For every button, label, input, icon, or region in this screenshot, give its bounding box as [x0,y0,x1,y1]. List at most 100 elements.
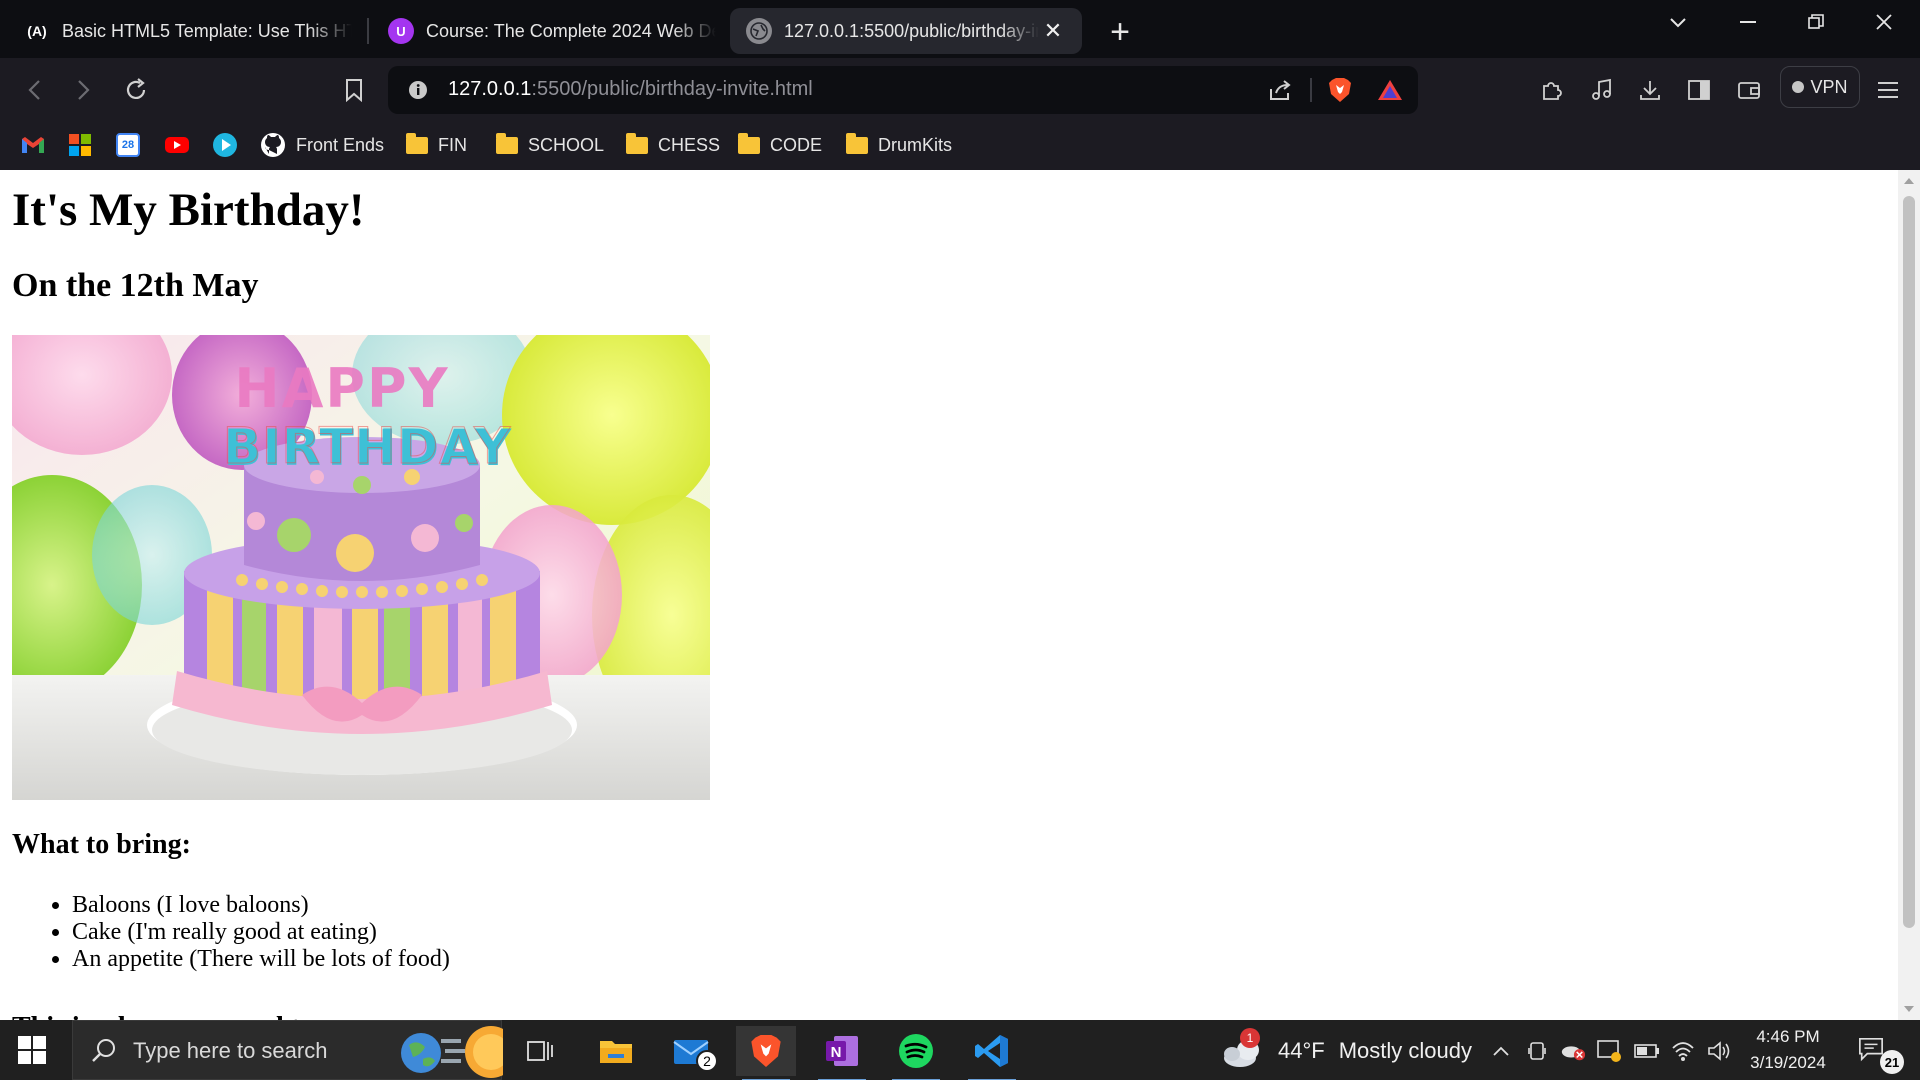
list-item: Baloons (I love baloons) [72,892,1886,919]
site-info-icon[interactable] [402,74,434,106]
bookmark-folder-drumkits[interactable]: DrumKits [846,130,952,160]
url-text: 127.0.0.1:5500/public/birthday-invite.ht… [448,78,813,101]
list-item: Cake (I'm really good at eating) [72,919,1886,946]
vpn-button[interactable]: VPN [1780,66,1860,108]
address-bar[interactable]: 127.0.0.1:5500/public/birthday-invite.ht… [388,66,1418,114]
battery-icon[interactable] [1634,1038,1660,1064]
tab-title: 127.0.0.1:5500/public/birthday-invite [784,20,1039,41]
bookmark-microsoft[interactable] [68,130,92,160]
media-music-icon[interactable] [1582,70,1622,110]
clock-time: 4:46 PM [1756,1027,1820,1046]
bookmark-label: CODE [770,134,823,155]
calendar-day: 28 [121,139,135,151]
bookmark-folder-school[interactable]: SCHOOL [496,130,604,160]
bookmark-gmail[interactable] [20,130,46,160]
amp-logo-icon: (A) [27,23,47,39]
page-body: It's My Birthday! On the 12th May HAPPY … [0,182,1898,1020]
weather-condition: Mostly cloudy [1338,1038,1472,1063]
weather-widget[interactable]: 1 44°F Mostly cloudy [1220,1028,1472,1068]
close-window-icon[interactable] [1850,0,1918,44]
url-path: :5500/public/birthday-invite.html [531,78,813,100]
brave-shields-icon[interactable] [1324,74,1356,106]
weather-temp: 44°F [1278,1038,1325,1063]
task-view-icon[interactable] [510,1026,570,1076]
svg-text:HAPPY: HAPPY [234,357,449,420]
windows-start-icon[interactable] [18,1036,46,1069]
file-explorer-icon[interactable] [586,1026,646,1076]
brave-rewards-icon[interactable] [1374,74,1406,106]
mail-icon[interactable]: 2 [662,1026,722,1076]
page-date: On the 12th May [12,267,259,305]
bookmark-front-ends[interactable]: Front Ends [260,130,384,160]
bring-heading: What to bring: [12,829,191,861]
calendar-icon: 28 [116,133,140,157]
tab-title: Basic HTML5 Template: Use This HTML [62,20,352,41]
vscode-icon[interactable] [962,1026,1022,1080]
folder-icon [496,132,518,154]
download-icon[interactable] [1630,70,1670,110]
device-icon[interactable] [1524,1038,1550,1064]
sidebar-toggle-icon[interactable] [1679,70,1719,110]
system-clock[interactable]: 4:46 PM 3/19/2024 [1740,1024,1836,1076]
tab-web-dev-course[interactable]: U Course: The Complete 2024 Web Dev [368,8,724,54]
bookmark-calendar[interactable]: 28 [116,130,140,160]
back-arrow-icon[interactable] [14,70,54,110]
folder-icon [738,132,760,154]
vpn-status-icon [1792,81,1805,93]
urlbar-divider [1310,78,1312,102]
folder-icon [406,132,428,154]
where-heading: This is where you need to go: [12,1011,1886,1020]
tab-search-chevron-icon[interactable] [1644,0,1712,44]
brave-browser-icon[interactable] [736,1026,796,1080]
bookmark-folder-fin[interactable]: FIN [406,130,467,160]
bookmark-icon[interactable] [334,70,374,110]
close-tab-icon[interactable]: ✕ [1038,16,1068,46]
bookmark-folder-code[interactable]: CODE [738,130,822,160]
scroll-down-arrow-icon[interactable] [1904,1006,1914,1012]
wifi-icon[interactable] [1670,1038,1696,1064]
microsoft-icon [69,134,91,156]
restore-icon[interactable] [1782,0,1850,44]
show-hidden-icons-chevron-icon[interactable] [1488,1038,1514,1064]
page-title: It's My Birthday! [12,184,365,236]
tab-html5-template[interactable]: (A) Basic HTML5 Template: Use This HTML [4,8,360,54]
folder-icon [846,132,868,154]
bookmark-label: FIN [438,134,467,155]
menu-hamburger-icon[interactable] [1868,70,1908,110]
vertical-scrollbar[interactable] [1898,170,1920,1020]
wallet-icon[interactable] [1729,70,1769,110]
bring-list: Baloons (I love baloons) Cake (I'm reall… [72,892,1886,973]
search-highlight-globe-icon [401,1026,503,1078]
tab-birthday-invite[interactable]: 127.0.0.1:5500/public/birthday-invite ✕ [730,8,1082,54]
scroll-up-arrow-icon[interactable] [1904,178,1914,184]
bookmark-folder-chess[interactable]: CHESS [626,130,720,160]
udemy-icon: U [388,18,414,44]
bookmark-play[interactable] [212,130,238,160]
search-placeholder: Type here to search [133,1038,328,1063]
spotify-icon[interactable] [886,1026,946,1080]
bookmark-label: Front Ends [296,134,385,155]
minimize-icon[interactable] [1714,0,1782,44]
taskbar-search-box[interactable]: Type here to search [72,1020,503,1080]
onenote-icon[interactable]: N [812,1026,872,1080]
search-icon [92,1039,115,1062]
birthday-cake-image: HAPPY BIRTHDAY BIRTHDAY [12,335,710,801]
youtube-icon [165,137,189,153]
scrollbar-thumb[interactable] [1903,196,1915,928]
url-host: 127.0.0.1 [448,78,532,100]
list-item: An appetite (There will be lots of food) [72,946,1886,973]
mail-badge: 2 [696,1050,718,1072]
share-icon[interactable] [1264,74,1296,106]
tab-strip: (A) Basic HTML5 Template: Use This HTML … [0,0,1920,58]
reload-icon[interactable] [116,70,156,110]
extensions-icon[interactable] [1532,70,1572,110]
svg-text:N: N [831,1044,842,1061]
display-settings-icon[interactable] [1596,1038,1622,1064]
bookmarks-bar: 28 Front Ends FIN SCHOOL CHESS CODE Drum… [0,120,1920,170]
volume-icon[interactable] [1706,1038,1732,1064]
forward-arrow-icon[interactable] [64,70,104,110]
onedrive-error-icon[interactable] [1560,1038,1586,1064]
bookmark-label: DrumKits [878,134,953,155]
new-tab-button[interactable]: + [1100,12,1140,52]
bookmark-youtube[interactable] [164,130,190,160]
